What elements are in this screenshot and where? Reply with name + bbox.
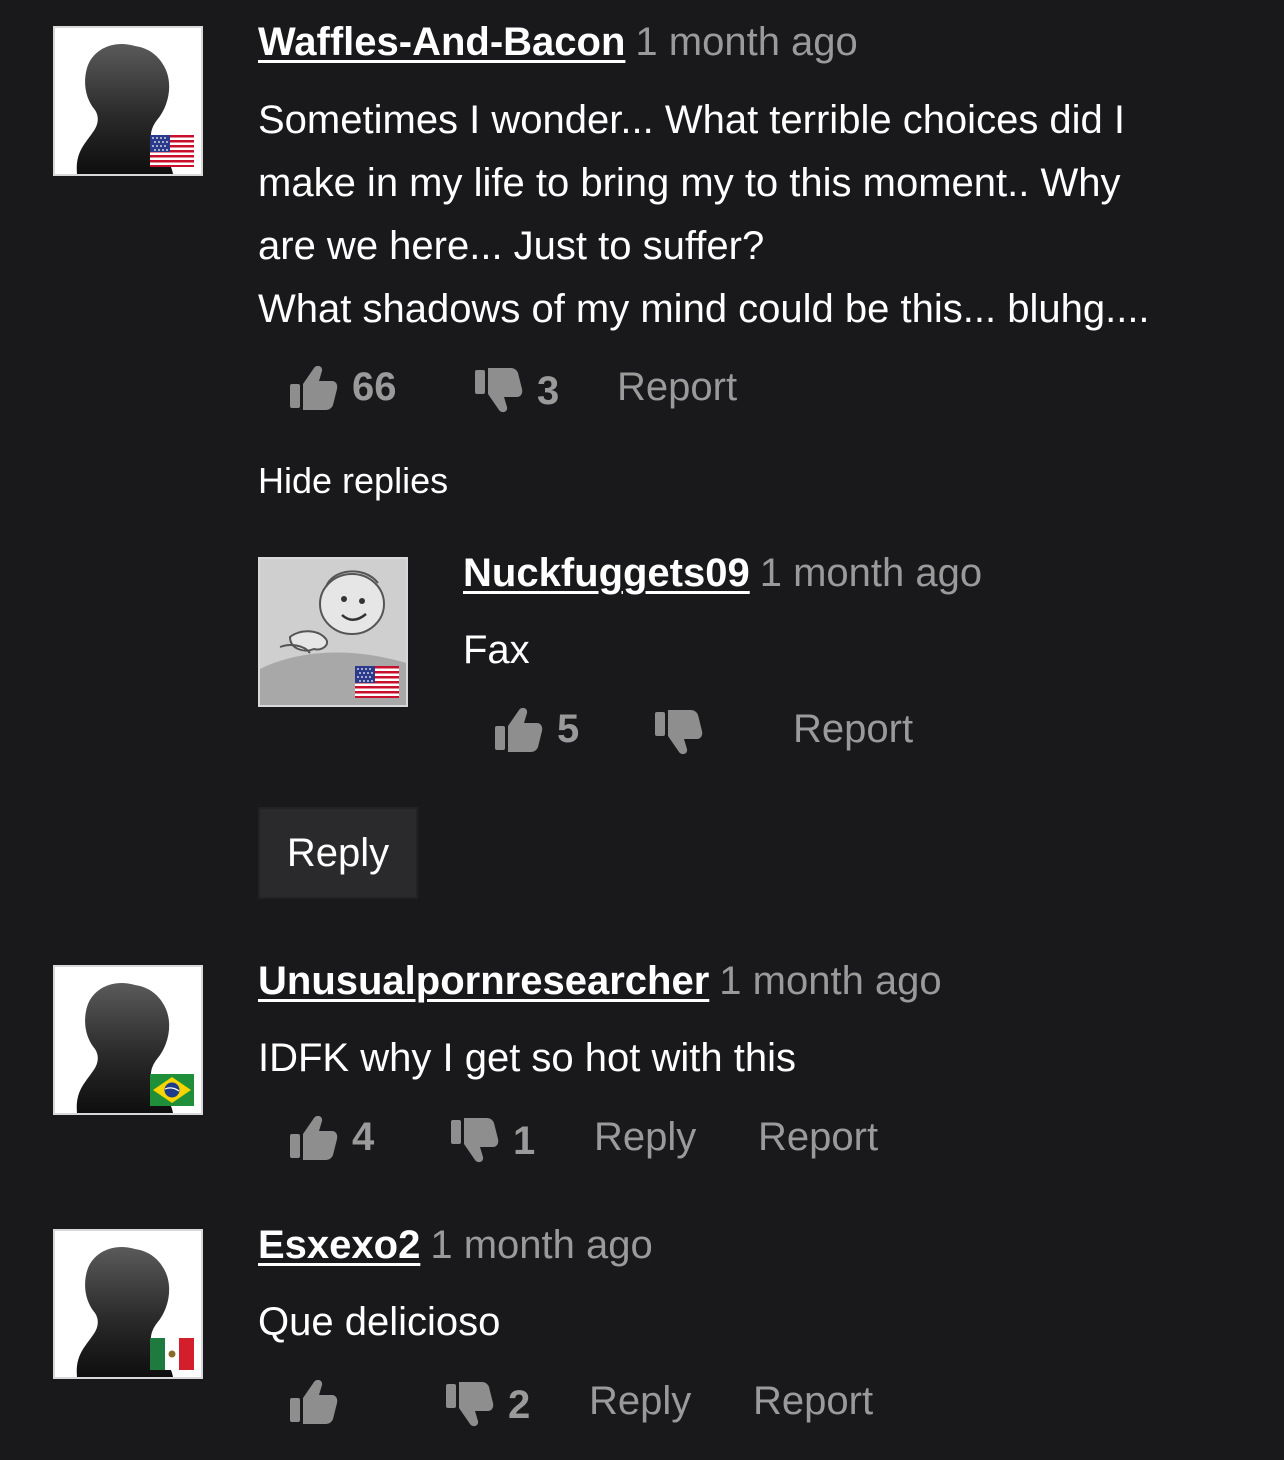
- username-link[interactable]: Esxexo2: [258, 1223, 420, 1267]
- comment-body: Esxexo2 1 month ago Que delicioso: [258, 1221, 1258, 1354]
- report-link[interactable]: Report: [753, 1379, 873, 1424]
- timestamp: 1 month ago: [635, 20, 858, 64]
- mexico-flag-icon: [150, 1338, 194, 1370]
- comment-text-line: Sometimes I wonder... What terrible choi…: [258, 98, 1126, 142]
- dislike-count: 3: [537, 368, 560, 413]
- dislike-button[interactable]: 1: [449, 1116, 535, 1166]
- reply-button[interactable]: Reply: [258, 807, 418, 899]
- comment-body: Waffles-And-Bacon 1 month ago Sometimes I…: [258, 18, 1258, 341]
- thumbs-up-icon: [288, 1376, 338, 1426]
- comment-actions: 66 3 Report: [0, 358, 1284, 418]
- thumbs-up-icon: [288, 1112, 338, 1162]
- reply-body: Nuckfuggets09 1 month ago Fax: [463, 549, 1263, 682]
- comment-text: Que delicioso: [258, 1300, 501, 1344]
- comment-actions: 5 Report: [0, 700, 1284, 760]
- username-link[interactable]: Unusualpornresearcher: [258, 959, 709, 1003]
- dislike-count: 1: [513, 1118, 536, 1163]
- dislike-button[interactable]: [653, 708, 717, 758]
- report-link[interactable]: Report: [617, 365, 737, 410]
- comment-actions: 4 1 Reply Report: [0, 1108, 1284, 1168]
- timestamp: 1 month ago: [430, 1223, 653, 1267]
- comment-text-line: What shadows of my mind could be this...…: [258, 287, 1150, 331]
- comment-header: Unusualpornresearcher 1 month ago: [258, 957, 1258, 1005]
- like-button[interactable]: [288, 1376, 352, 1426]
- like-count: 4: [352, 1114, 375, 1159]
- comment-body: Unusualpornresearcher 1 month ago IDFK wh…: [258, 957, 1258, 1090]
- comment-header: Waffles-And-Bacon 1 month ago: [258, 18, 1258, 66]
- brazil-flag-icon: [150, 1074, 194, 1106]
- comment-text: IDFK why I get so hot with this: [258, 1036, 796, 1080]
- comment: Waffles-And-Bacon 1 month ago Sometimes I…: [0, 0, 1284, 920]
- timestamp: 1 month ago: [759, 551, 983, 595]
- comment-text-line: make in my life to bring my to this mome…: [258, 161, 1121, 205]
- reply-link[interactable]: Reply: [594, 1115, 696, 1160]
- dislike-button[interactable]: 3: [473, 366, 559, 416]
- like-count: 5: [557, 706, 580, 751]
- timestamp: 1 month ago: [719, 959, 942, 1003]
- like-button[interactable]: 66: [288, 362, 397, 412]
- avatar[interactable]: [53, 965, 203, 1115]
- avatar[interactable]: [53, 1229, 203, 1379]
- like-button[interactable]: 5: [493, 704, 579, 754]
- comment-text: Sometimes I wonder... What terrible choi…: [258, 89, 1258, 341]
- thumbs-down-icon: [444, 1380, 494, 1430]
- like-button[interactable]: 4: [288, 1112, 374, 1162]
- dislike-button[interactable]: 2: [444, 1380, 530, 1430]
- report-link[interactable]: Report: [758, 1115, 878, 1160]
- comment-text: Fax: [463, 628, 530, 672]
- avatar[interactable]: [53, 26, 203, 176]
- comment-text-line: are we here... Just to suffer?: [258, 224, 765, 268]
- comment-actions: 2 Reply Report: [0, 1372, 1284, 1432]
- comment-header: Esxexo2 1 month ago: [258, 1221, 1258, 1269]
- thumbs-up-icon: [493, 704, 543, 754]
- thumbs-down-icon: [653, 708, 703, 758]
- username-link[interactable]: Waffles-And-Bacon: [258, 20, 625, 64]
- thumbs-up-icon: [288, 362, 338, 412]
- reply-link[interactable]: Reply: [589, 1379, 691, 1424]
- hide-replies-link[interactable]: Hide replies: [258, 460, 448, 502]
- avatar[interactable]: [258, 557, 408, 707]
- comment-header: Nuckfuggets09 1 month ago: [463, 549, 1263, 597]
- thumbs-down-icon: [449, 1116, 499, 1166]
- username-link[interactable]: Nuckfuggets09: [463, 551, 750, 595]
- dislike-count: 2: [508, 1382, 531, 1427]
- like-count: 66: [352, 364, 397, 409]
- thumbs-down-icon: [473, 366, 523, 416]
- us-flag-icon: [355, 666, 399, 698]
- us-flag-icon: [150, 135, 194, 167]
- report-link[interactable]: Report: [793, 707, 913, 752]
